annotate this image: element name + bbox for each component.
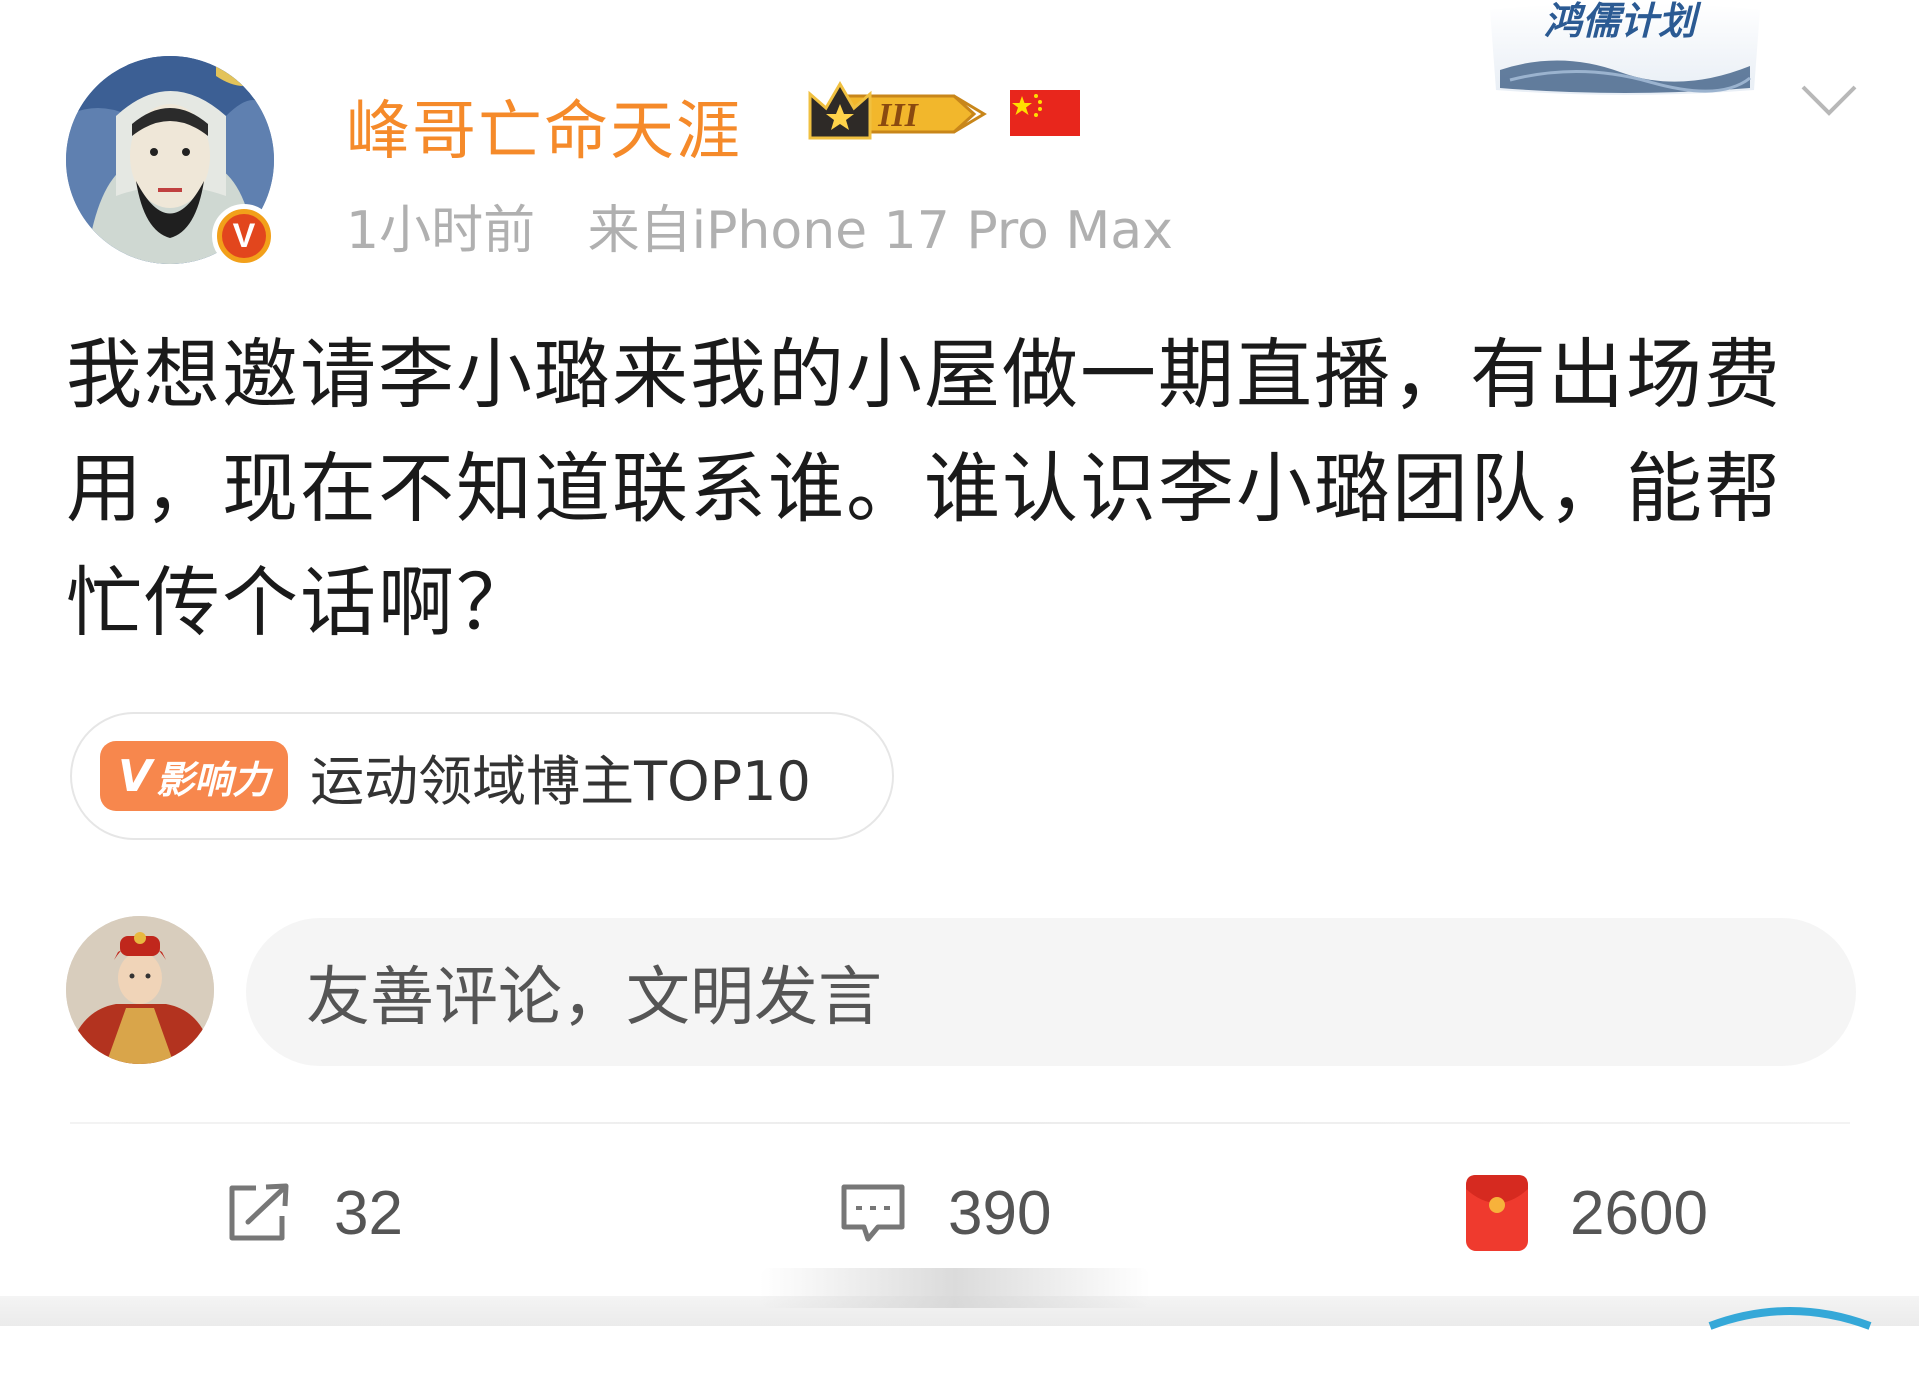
weibo-post: V 峰哥亡命天涯 III 1小时前 来自iPhone 17 Pro Max 鸿儒… <box>0 0 1919 1330</box>
comment-input[interactable]: 友善评论，文明发言 <box>246 918 1856 1066</box>
home-indicator <box>760 1268 1150 1308</box>
comment-button[interactable]: 390 <box>838 1168 1051 1258</box>
china-flag-icon <box>1010 90 1080 136</box>
red-envelope-icon <box>1466 1175 1528 1251</box>
influence-badge-mark: V <box>118 750 153 802</box>
campaign-banner[interactable]: 鸿儒计划 <box>1480 0 1770 104</box>
post-body: 我想邀请李小璐来我的小屋做一期直播，有出场费用，现在不知道联系谁。谁认识李小璐团… <box>66 330 1782 647</box>
chevron-down-icon[interactable] <box>1800 84 1858 118</box>
level-badge-text: III <box>877 97 919 134</box>
influence-badge: V 影响力 <box>100 741 289 811</box>
username[interactable]: 峰哥亡命天涯 <box>346 80 742 172</box>
crown-level-badge: III <box>808 81 987 140</box>
share-icon <box>229 1183 289 1241</box>
comment-icon <box>841 1184 905 1242</box>
share-count: 32 <box>334 1178 403 1248</box>
post-source: 来自iPhone 17 Pro Max <box>587 201 1173 261</box>
post-time: 1小时前 <box>346 201 536 261</box>
reward-count: 2600 <box>1570 1178 1708 1248</box>
reward-button[interactable]: 2600 <box>1464 1168 1708 1258</box>
current-user-avatar[interactable] <box>66 916 214 1064</box>
current-user-avatar-image <box>66 916 214 1064</box>
share-button[interactable]: 32 <box>226 1168 403 1258</box>
post-meta: 1小时前 来自iPhone 17 Pro Max <box>346 188 1173 263</box>
influence-badge-label: 影响力 <box>156 757 271 802</box>
comment-count: 390 <box>948 1178 1052 1248</box>
influence-text: 运动领域博主TOP10 <box>310 749 811 813</box>
floating-button-edge <box>1708 1307 1872 1330</box>
campaign-banner-text: 鸿儒计划 <box>1544 0 1702 43</box>
influence-tag[interactable]: V 影响力 运动领域博主TOP10 <box>70 712 894 840</box>
verified-v-icon: V <box>212 204 276 268</box>
divider <box>70 1122 1850 1124</box>
